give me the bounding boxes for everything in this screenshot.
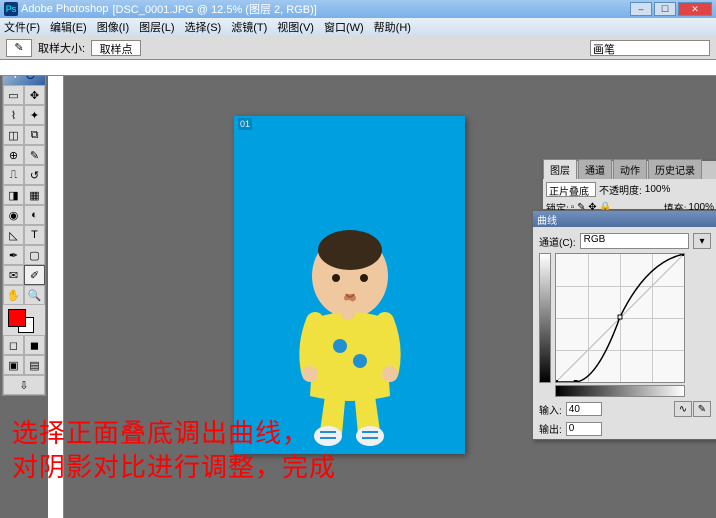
tab-actions[interactable]: 动作 [613,159,647,179]
output-label: 输出: [539,421,562,436]
channel-menu-icon[interactable]: ▾ [693,233,711,249]
mask-mode-std-icon[interactable]: ◻ [3,335,24,355]
layers-panel[interactable]: 图层 通道 动作 历史记录 正片叠底 不透明度: 100% 锁定: ▫ ✎ ✥ … [542,160,716,210]
close-button[interactable]: ✕ [678,2,712,16]
brush-tool-icon[interactable]: ✎ [24,145,45,165]
menu-edit[interactable]: 编辑(E) [50,19,87,35]
curves-vertical-gradient [539,253,551,383]
foreground-color[interactable] [8,309,26,327]
stamp-tool-icon[interactable]: ⎍ [3,165,24,185]
type-tool-icon[interactable]: T [24,225,45,245]
input-label: 输入: [539,402,562,417]
opacity-label: 不透明度: [599,182,642,197]
curves-panel[interactable]: 曲线 通道(C): RGB ▾ [532,210,716,440]
opacity-value[interactable]: 100% [645,184,671,195]
blend-mode-select[interactable]: 正片叠底 [546,182,596,197]
jump-to-button[interactable]: ⇩ [3,375,45,395]
menu-select[interactable]: 选择(S) [185,19,222,35]
doc-meta: 01 [238,118,252,130]
sample-size-label: 取样大小: [38,40,85,56]
doc-title: [DSC_0001.JPG @ 12.5% (图层 2, RGB)] [112,1,316,17]
maximize-button[interactable]: ☐ [654,2,676,16]
screen-mode-1-icon[interactable]: ▣ [3,355,24,375]
current-tool-icon[interactable]: ✎ [6,39,32,57]
photo-content [270,206,430,446]
options-bar: ✎ 取样大小: 取样点 画笔 [0,36,716,60]
color-swatch [3,305,45,335]
curves-title: 曲线 [537,212,557,227]
annotation-line2: 对阴影对比进行调整，完成 [12,450,336,484]
channel-select[interactable]: RGB [580,233,689,249]
brush-preset[interactable]: 画笔 [590,40,710,56]
tab-history[interactable]: 历史记录 [648,159,702,179]
slice-tool-icon[interactable]: ⧉ [24,125,45,145]
screen-mode-2-icon[interactable]: ▤ [24,355,45,375]
channel-label: 通道(C): [539,234,576,249]
tab-layers[interactable]: 图层 [543,159,577,179]
menu-bar: 文件(F) 编辑(E) 图像(I) 图层(L) 选择(S) 滤镜(T) 视图(V… [0,18,716,36]
document-window[interactable]: 01 [234,116,465,454]
curves-horizontal-gradient [555,385,685,397]
marquee-tool-icon[interactable]: ▭ [3,85,24,105]
annotation-line1: 选择正面叠底调出曲线， [12,416,336,450]
dodge-tool-icon[interactable]: ◐ [24,205,45,225]
menu-window[interactable]: 窗口(W) [324,19,364,35]
lasso-tool-icon[interactable]: ⌇ [3,105,24,125]
toolbox: ▭✥ ⌇✦ ◫⧉ ⊕✎ ⎍↺ ◨▦ ◉◐ ◺T ✒▢ ✉✐ ✋🔍 ◻◼ ▣▤ ⇩ [2,60,46,396]
gradient-tool-icon[interactable]: ▦ [24,185,45,205]
curve-draw-icon[interactable]: ∿ [674,401,692,417]
hand-tool-icon[interactable]: ✋ [3,285,24,305]
app-title: Adobe Photoshop [21,3,108,15]
notes-tool-icon[interactable]: ✉ [3,265,24,285]
tab-channels[interactable]: 通道 [578,159,612,179]
history-brush-tool-icon[interactable]: ↺ [24,165,45,185]
annotation-text: 选择正面叠底调出曲线， 对阴影对比进行调整，完成 [12,416,336,484]
menu-filter[interactable]: 滤镜(T) [231,19,267,35]
menu-layer[interactable]: 图层(L) [139,19,174,35]
mask-mode-quick-icon[interactable]: ◼ [24,335,45,355]
menu-image[interactable]: 图像(I) [97,19,129,35]
move-tool-icon[interactable]: ✥ [24,85,45,105]
curves-input-field[interactable] [566,402,602,416]
menu-view[interactable]: 视图(V) [277,19,314,35]
app-icon: Ps [4,2,18,16]
curves-graph[interactable] [555,253,685,383]
menu-help[interactable]: 帮助(H) [374,19,411,35]
curves-output-field[interactable] [566,422,602,436]
ruler-horizontal [0,60,716,76]
shape-tool-icon[interactable]: ▢ [24,245,45,265]
zoom-tool-icon[interactable]: 🔍 [24,285,45,305]
minimize-button[interactable]: – [630,2,652,16]
path-tool-icon[interactable]: ◺ [3,225,24,245]
menu-file[interactable]: 文件(F) [4,19,40,35]
blur-tool-icon[interactable]: ◉ [3,205,24,225]
heal-tool-icon[interactable]: ⊕ [3,145,24,165]
eyedropper-tool-icon[interactable]: ✐ [24,265,45,285]
curve-pencil-icon[interactable]: ✎ [693,401,711,417]
pen-tool-icon[interactable]: ✒ [3,245,24,265]
crop-tool-icon[interactable]: ◫ [3,125,24,145]
sample-size-select[interactable]: 取样点 [91,40,141,56]
eraser-tool-icon[interactable]: ◨ [3,185,24,205]
wand-tool-icon[interactable]: ✦ [24,105,45,125]
